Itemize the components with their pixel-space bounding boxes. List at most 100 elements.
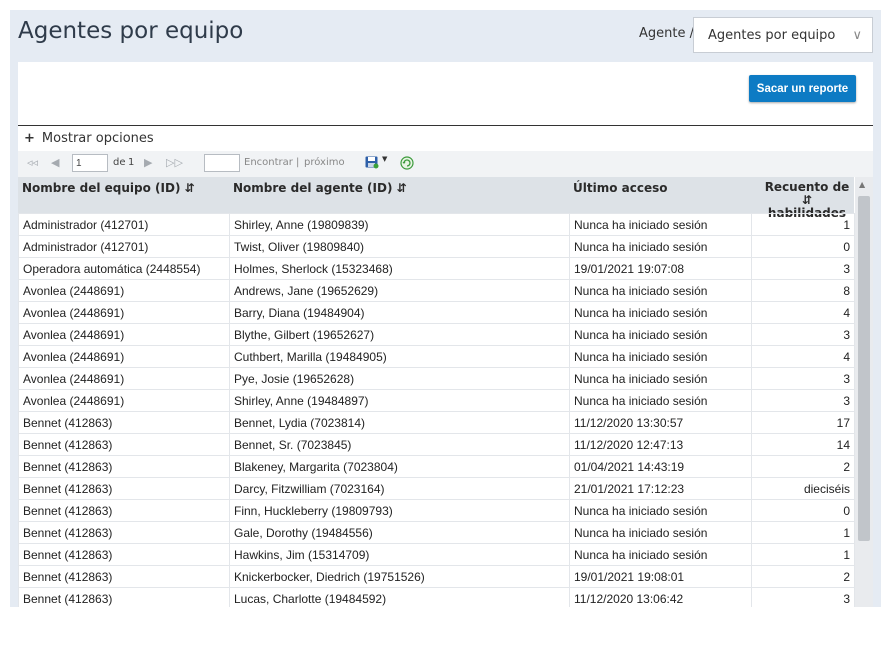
table-row[interactable]: Bennet (412863) Blakeney, Margarita (7023… xyxy=(18,455,855,478)
cell-skill-count: 3 xyxy=(751,587,855,607)
run-report-button[interactable]: Sacar un reporte xyxy=(749,75,856,102)
cell-team: Bennet (412863) xyxy=(18,433,230,456)
table-row[interactable]: Avonlea (2448691) Shirley, Anne (19484897… xyxy=(18,389,855,412)
table-row[interactable]: Bennet (412863) Gale, Dorothy (19484556) N… xyxy=(18,521,855,544)
table-row[interactable]: Avonlea (2448691) Barry, Diana (19484904)… xyxy=(18,301,855,324)
cell-last-access: 11/12/2020 13:30:57 xyxy=(569,411,752,434)
cell-last-access: 01/04/2021 14:43:19 xyxy=(569,455,752,478)
refresh-icon[interactable] xyxy=(400,156,414,170)
cell-last-access: Nunca ha iniciado sesión xyxy=(569,301,752,324)
col-agent-header[interactable]: Nombre del agente (ID) ⇵ xyxy=(233,181,407,195)
vertical-scrollbar[interactable]: ▲ xyxy=(855,177,873,607)
cell-agent: Bennet, Lydia (7023814) xyxy=(229,411,570,434)
cell-last-access: 11/12/2020 13:06:42 xyxy=(569,587,752,607)
breadcrumb[interactable]: Agente / xyxy=(639,26,694,41)
save-icon[interactable] xyxy=(365,156,379,169)
cell-team: Bennet (412863) xyxy=(18,543,230,566)
view-select[interactable]: Agentes por equipo ∨ xyxy=(693,17,873,53)
sort-icon: ⇵ xyxy=(396,181,407,195)
table-row[interactable]: Administrador (412701) Shirley, Anne (198… xyxy=(18,213,855,236)
cell-team: Bennet (412863) xyxy=(18,565,230,588)
cell-team: Bennet (412863) xyxy=(18,477,230,500)
cell-team: Avonlea (2448691) xyxy=(18,279,230,302)
report-toolbar: ◃◃ ◀ de 1 ▶ ▷▷ Encontrar | próximo ▼ xyxy=(18,151,873,177)
cell-last-access: Nunca ha iniciado sesión xyxy=(569,543,752,566)
cell-team: Operadora automática (2448554) xyxy=(18,257,230,280)
cell-skill-count: 2 xyxy=(751,565,855,588)
show-options-toggle[interactable]: + Mostrar opciones xyxy=(24,131,154,146)
find-next-link[interactable]: próximo xyxy=(304,157,345,168)
cell-last-access: Nunca ha iniciado sesión xyxy=(569,367,752,390)
cell-team: Bennet (412863) xyxy=(18,521,230,544)
cell-skill-count: 3 xyxy=(751,323,855,346)
table-row[interactable]: Avonlea (2448691) Blythe, Gilbert (196526… xyxy=(18,323,855,346)
cell-last-access: Nunca ha iniciado sesión xyxy=(569,345,752,368)
table-row[interactable]: Bennet (412863) Bennet, Sr. (7023845) 11/1… xyxy=(18,433,855,456)
cell-skill-count: 0 xyxy=(751,235,855,258)
last-page-icon[interactable]: ▷▷ xyxy=(166,156,183,169)
cell-team: Bennet (412863) xyxy=(18,455,230,478)
sort-icon: ⇵ xyxy=(184,181,195,195)
find-link[interactable]: Encontrar xyxy=(244,157,293,168)
table-row[interactable]: Bennet (412863) Hawkins, Jim (15314709) Nu… xyxy=(18,543,855,566)
cell-team: Bennet (412863) xyxy=(18,411,230,434)
table-row[interactable]: Operadora automática (2448554) Holmes, Sh… xyxy=(18,257,855,280)
cell-skill-count: 3 xyxy=(751,257,855,280)
cell-team: Avonlea (2448691) xyxy=(18,345,230,368)
cell-agent: Shirley, Anne (19484897) xyxy=(229,389,570,412)
cell-last-access: Nunca ha iniciado sesión xyxy=(569,279,752,302)
cell-team: Avonlea (2448691) xyxy=(18,301,230,324)
divider xyxy=(18,125,873,126)
cell-team: Administrador (412701) xyxy=(18,235,230,258)
table-row[interactable]: Avonlea (2448691) Pye, Josie (19652628) Nu… xyxy=(18,367,855,390)
cell-agent: Gale, Dorothy (19484556) xyxy=(229,521,570,544)
table-row[interactable]: Avonlea (2448691) Andrews, Jane (19652629… xyxy=(18,279,855,302)
cell-agent: Lucas, Charlotte (19484592) xyxy=(229,587,570,607)
col-team-header[interactable]: Nombre del equipo (ID) ⇵ xyxy=(22,181,195,195)
export-dropdown-icon[interactable]: ▼ xyxy=(382,155,387,163)
cell-agent: Cuthbert, Marilla (19484905) xyxy=(229,345,570,368)
cell-skill-count: 4 xyxy=(751,301,855,324)
page-of-label: de xyxy=(113,157,126,168)
page-number-input[interactable] xyxy=(72,154,108,172)
table-row[interactable]: Bennet (412863) Lucas, Charlotte (1948459… xyxy=(18,587,855,607)
cell-agent: Andrews, Jane (19652629) xyxy=(229,279,570,302)
scroll-up-icon[interactable]: ▲ xyxy=(859,180,865,189)
cell-agent: Knickerbocker, Diedrich (19751526) xyxy=(229,565,570,588)
cell-skill-count: 4 xyxy=(751,345,855,368)
cell-team: Avonlea (2448691) xyxy=(18,323,230,346)
cell-skill-count: 1 xyxy=(751,521,855,544)
cell-skill-count: 17 xyxy=(751,411,855,434)
next-page-icon[interactable]: ▶ xyxy=(144,156,152,169)
table-row[interactable]: Bennet (412863) Darcy, Fitzwilliam (70231… xyxy=(18,477,855,500)
table-row[interactable]: Bennet (412863) Knickerbocker, Diedrich (… xyxy=(18,565,855,588)
agents-table: Administrador (412701) Shirley, Anne (198… xyxy=(18,213,855,607)
scrollbar-thumb[interactable] xyxy=(858,196,870,541)
show-options-label: Mostrar opciones xyxy=(41,131,154,146)
chevron-down-icon: ∨ xyxy=(852,28,862,43)
cell-skill-count: 8 xyxy=(751,279,855,302)
cell-last-access: Nunca ha iniciado sesión xyxy=(569,323,752,346)
cell-last-access: 21/01/2021 17:12:23 xyxy=(569,477,752,500)
find-input[interactable] xyxy=(204,154,240,172)
cell-team: Bennet (412863) xyxy=(18,587,230,607)
page-total: 1 xyxy=(128,157,135,168)
cell-team: Avonlea (2448691) xyxy=(18,389,230,412)
col-last-access-header[interactable]: Último acceso xyxy=(573,181,667,195)
prev-page-icon[interactable]: ◀ xyxy=(51,156,59,169)
cell-last-access: 11/12/2020 12:47:13 xyxy=(569,433,752,456)
first-page-icon[interactable]: ◃◃ xyxy=(27,156,38,169)
cell-last-access: Nunca ha iniciado sesión xyxy=(569,389,752,412)
table-row[interactable]: Bennet (412863) Finn, Huckleberry (198097… xyxy=(18,499,855,522)
page-title: Agentes por equipo xyxy=(18,18,244,44)
table-row[interactable]: Bennet (412863) Bennet, Lydia (7023814) 11… xyxy=(18,411,855,434)
cell-skill-count: 14 xyxy=(751,433,855,456)
cell-team: Administrador (412701) xyxy=(18,213,230,236)
cell-agent: Holmes, Sherlock (15323468) xyxy=(229,257,570,280)
table-row[interactable]: Avonlea (2448691) Cuthbert, Marilla (1948… xyxy=(18,345,855,368)
cell-last-access: Nunca ha iniciado sesión xyxy=(569,213,752,236)
table-row[interactable]: Administrador (412701) Twist, Oliver (198… xyxy=(18,235,855,258)
cell-agent: Pye, Josie (19652628) xyxy=(229,367,570,390)
cell-skill-count: 3 xyxy=(751,389,855,412)
cell-agent: Bennet, Sr. (7023845) xyxy=(229,433,570,456)
